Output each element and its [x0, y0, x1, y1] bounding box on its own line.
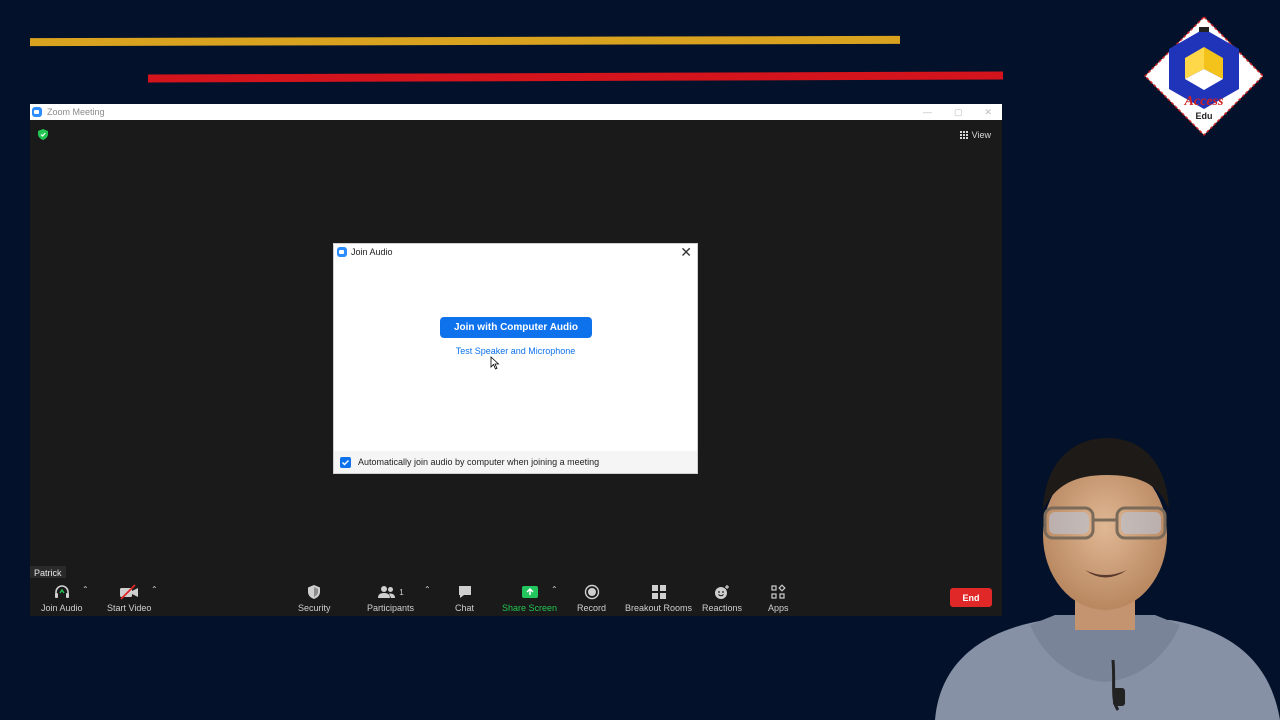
access-edu-logo: Access Edu	[1143, 15, 1265, 137]
logo-text-edu: Edu	[1196, 111, 1213, 121]
headphones-icon	[54, 585, 69, 598]
participants-count: 1	[399, 587, 404, 597]
start-video-label: Start Video	[107, 603, 152, 613]
breakout-rooms-icon	[651, 585, 666, 599]
dialog-footer: Automatically join audio by computer whe…	[334, 451, 697, 473]
share-screen-button[interactable]: Share Screen	[502, 583, 557, 613]
participants-label: Participants	[367, 603, 415, 613]
join-audio-dialog: Join Audio ✕ Join with Computer Audio Te…	[333, 243, 698, 474]
auto-join-checkbox[interactable]	[340, 456, 351, 468]
breakout-rooms-button[interactable]: Breakout Rooms	[625, 583, 692, 613]
maximize-icon[interactable]: ▢	[954, 107, 963, 118]
window-controls: — ▢ ✕	[923, 104, 992, 120]
auto-join-label: Automatically join audio by computer whe…	[358, 457, 600, 467]
record-label: Record	[577, 603, 607, 613]
dialog-title: Join Audio	[351, 247, 393, 257]
view-label: View	[971, 130, 991, 140]
zoom-app-icon	[337, 247, 347, 257]
test-link-text[interactable]: Test Speaker and Microphone	[456, 346, 576, 356]
security-label: Security	[298, 603, 331, 613]
participants-button[interactable]: 1 Participants	[367, 583, 414, 613]
minimize-icon[interactable]: —	[923, 107, 932, 117]
red-stripe	[148, 71, 1003, 83]
test-speaker-microphone-link[interactable]: Test Speaker and Microphone	[334, 346, 697, 356]
presenter-video-overlay	[935, 438, 1280, 720]
record-icon	[584, 584, 599, 600]
security-button[interactable]: Security	[298, 583, 331, 613]
join-computer-audio-button[interactable]: Join with Computer Audio	[440, 317, 592, 338]
share-screen-label: Share Screen	[502, 603, 558, 613]
share-options-caret-icon[interactable]: ⌃	[551, 585, 558, 594]
join-audio-button[interactable]: Join Audio	[41, 583, 83, 613]
view-button[interactable]: View	[959, 130, 991, 140]
security-shield-icon	[308, 585, 321, 599]
window-titlebar: Zoom Meeting — ▢ ✕	[30, 104, 1002, 120]
chat-bubble-icon	[458, 586, 471, 598]
dialog-titlebar: Join Audio	[337, 247, 393, 257]
logo-text-access: Access	[1184, 94, 1224, 109]
gold-stripe	[30, 35, 900, 47]
checkmark-icon	[342, 459, 349, 465]
reactions-smiley-icon	[715, 585, 730, 599]
video-options-caret-icon[interactable]: ⌃	[151, 585, 158, 594]
reactions-label: Reactions	[702, 603, 743, 613]
join-audio-label: Join Audio	[41, 603, 83, 613]
breakout-rooms-label: Breakout Rooms	[625, 603, 693, 613]
chat-button[interactable]: Chat	[455, 583, 474, 613]
start-video-button[interactable]: Start Video	[107, 583, 151, 613]
dialog-close-icon[interactable]: ✕	[680, 245, 692, 259]
record-button[interactable]: Record	[577, 583, 606, 613]
apps-icon	[771, 584, 786, 599]
video-off-icon	[120, 584, 139, 600]
audio-options-caret-icon[interactable]: ⌃	[82, 585, 89, 594]
encryption-shield-icon[interactable]	[38, 129, 48, 140]
close-icon[interactable]: ✕	[984, 107, 992, 118]
zoom-app-icon	[32, 107, 42, 117]
mouse-cursor-icon	[490, 356, 500, 370]
window-title: Zoom Meeting	[47, 107, 105, 117]
share-screen-icon	[521, 586, 538, 598]
participants-icon	[378, 586, 396, 598]
chat-label: Chat	[455, 603, 475, 613]
apps-button[interactable]: Apps	[768, 583, 789, 613]
grid-icon	[959, 131, 968, 139]
reactions-button[interactable]: Reactions	[702, 583, 742, 613]
meeting-toolbar: Join Audio ⌃ Start Video ⌃ Security 1 Pa…	[30, 578, 1002, 616]
apps-label: Apps	[768, 603, 789, 613]
participants-options-caret-icon[interactable]: ⌃	[424, 585, 431, 594]
